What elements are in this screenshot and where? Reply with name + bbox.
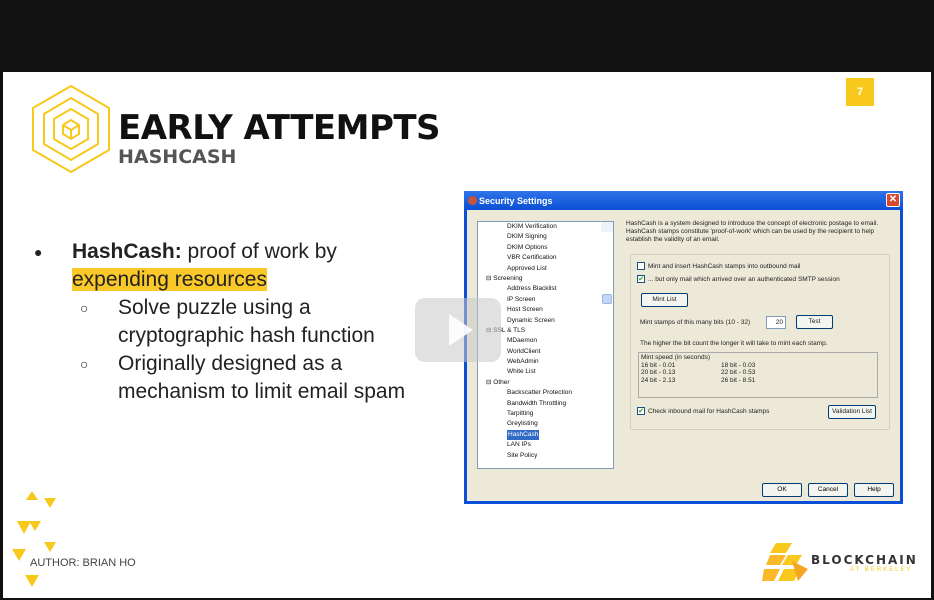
tree-item[interactable]: ⊟ Screening [478,274,613,284]
video-play-button[interactable] [415,298,501,362]
tree-item-label: Tarpitting [507,410,534,418]
triangle-icon [29,521,41,531]
tree-item[interactable]: LAN IPs [478,440,613,450]
tree-item-label: Other [493,378,510,386]
tree-item[interactable]: Address Blacklist [478,284,613,294]
page-number: 7 [846,78,874,106]
description: HashCash is a system designed to introdu… [626,220,879,243]
tree-item[interactable]: HashCash [478,429,613,441]
bit-count-note: The higher the bit count the longer it w… [640,340,828,347]
tree-item-label: Approved List [507,264,547,272]
tree-item[interactable]: DKIM Verification [478,222,613,232]
bits-input[interactable]: 20 [766,316,786,329]
hexagon-logo-icon [32,84,110,174]
tree-item[interactable]: Site Policy [478,451,613,461]
slide-subtitle: HASHCASH [118,146,237,168]
test-button[interactable]: Test [796,315,833,329]
tree-item-label: Host Screen [507,306,543,314]
tree-item-label: WebAdmin [507,358,539,366]
mint-speed-box: Mint speed (in seconds) 16 bit - 0.01 18 … [638,352,878,398]
triangle-icon [44,542,56,552]
triangle-icon [26,491,38,500]
only-auth-checkbox[interactable]: ✔... but only mail which arrived over an… [637,275,840,283]
ok-button[interactable]: OK [762,483,802,497]
tree-item-label: Bandwidth Throttling [507,399,567,407]
speed-value: 16 bit - 0.01 [641,361,676,369]
bullet-term: HashCash: [72,240,182,263]
bits-label: Mint stamps of this many bits (10 - 32) [640,319,751,326]
triangle-icon [25,575,39,587]
tree-item-label: WorldClient [507,347,541,355]
cancel-button[interactable]: Cancel [808,483,848,497]
author: AUTHOR: BRIAN HO [30,557,136,569]
checkbox-checked-icon[interactable]: ✔ [637,407,645,415]
speed-value: 20 bit - 0.13 [641,369,676,376]
hashcash-panel: HashCash is a system designed to introdu… [626,220,894,430]
tree-item-label: LAN IPs [507,441,531,449]
tree-item[interactable]: Tarpitting [478,409,613,419]
tree-item[interactable]: DKIM Options [478,243,613,253]
triangle-icon [44,498,56,508]
checkbox-label: Mint and insert HashCash stamps into out… [648,262,801,270]
dialog-titlebar[interactable]: Security Settings ✕ [464,191,903,210]
tree-item-label: IP Screen [507,295,536,303]
speed-value: 18 bit - 0.03 [721,361,756,369]
tree-scrollbar[interactable] [601,222,613,305]
close-button[interactable]: ✕ [886,193,900,207]
tree-item[interactable]: DKIM Signing [478,232,613,242]
brand-name: BLOCKCHAIN [811,553,918,567]
check-inbound-checkbox[interactable]: ✔ Check inbound mail for HashCash stamps [637,407,769,415]
slide-title: EARLY ATTEMPTS [118,108,441,148]
tree-item-label: DKIM Options [507,243,548,251]
mint-insert-checkbox[interactable]: Mint and insert HashCash stamps into out… [637,262,800,270]
tree-item-label: VBR Certification [507,254,557,262]
help-button[interactable]: Help [854,483,894,497]
blockchain-logo-icon [762,543,808,581]
speed-value: 24 bit - 2.13 [641,376,676,384]
tree-item[interactable]: ⊟ Other [478,378,613,388]
tree-item-label: Address Blacklist [507,285,557,293]
options-group: Mint and insert HashCash stamps into out… [630,254,890,430]
checkbox-checked-icon[interactable]: ✔ [637,275,645,283]
dialog-title: Security Settings [479,195,553,206]
tree-item-label: DKIM Signing [507,233,547,241]
security-settings-dialog: Security Settings ✕ DKIM Verification DKIM… [464,191,903,504]
tree-item[interactable]: White List [478,367,613,377]
checkbox-label: Check inbound mail for HashCash stamps [648,407,770,415]
tree-item-label: Backscatter Protection [507,389,573,397]
speed-value: 22 bit - 0.53 [721,369,756,376]
tree-item-label: DKIM Verification [507,223,557,230]
tree-item-label: Greylisting [507,420,538,428]
tree-item[interactable]: Bandwidth Throttling [478,399,613,409]
tree-item-label: Site Policy [507,451,538,459]
speed-title: Mint speed (in seconds) [641,354,711,361]
brand-sub: AT BERKELEY [850,567,913,573]
tree-item-label: White List [507,368,536,376]
bullet-list: HashCash: proof of work by expending reso… [30,238,450,406]
triangle-icon [12,549,26,561]
checkbox-icon[interactable] [637,262,645,270]
tree-item[interactable]: Approved List [478,264,613,274]
checkbox-label: ... but only mail which arrived over an … [648,275,840,283]
tree-item-label: MDaemon [507,337,537,345]
sub-bullet: Originally designed as a mechanism to li… [30,350,450,406]
sub-bullet: Solve puzzle using a cryptographic hash … [30,294,440,350]
tree-item-label: HashCash [507,429,540,441]
scrollbar-thumb[interactable] [602,294,612,305]
speed-value: 26 bit - 8.51 [721,376,756,384]
tree-item[interactable]: VBR Certification [478,253,613,263]
validation-list-button[interactable]: Validation List [828,405,876,419]
tree-item-label: Screening [493,274,523,282]
highlighted-text: expending resources [72,268,267,291]
app-icon [468,196,477,205]
tree-item[interactable]: Greylisting [478,419,613,429]
bullet-text: proof of work by [181,240,337,263]
tree-item-label: Dynamic Screen [507,316,555,324]
bullet-hashcash: HashCash: proof of work by expending reso… [30,238,450,294]
mint-list-button[interactable]: Mint List [641,293,688,307]
tree-item[interactable]: Backscatter Protection [478,388,613,398]
